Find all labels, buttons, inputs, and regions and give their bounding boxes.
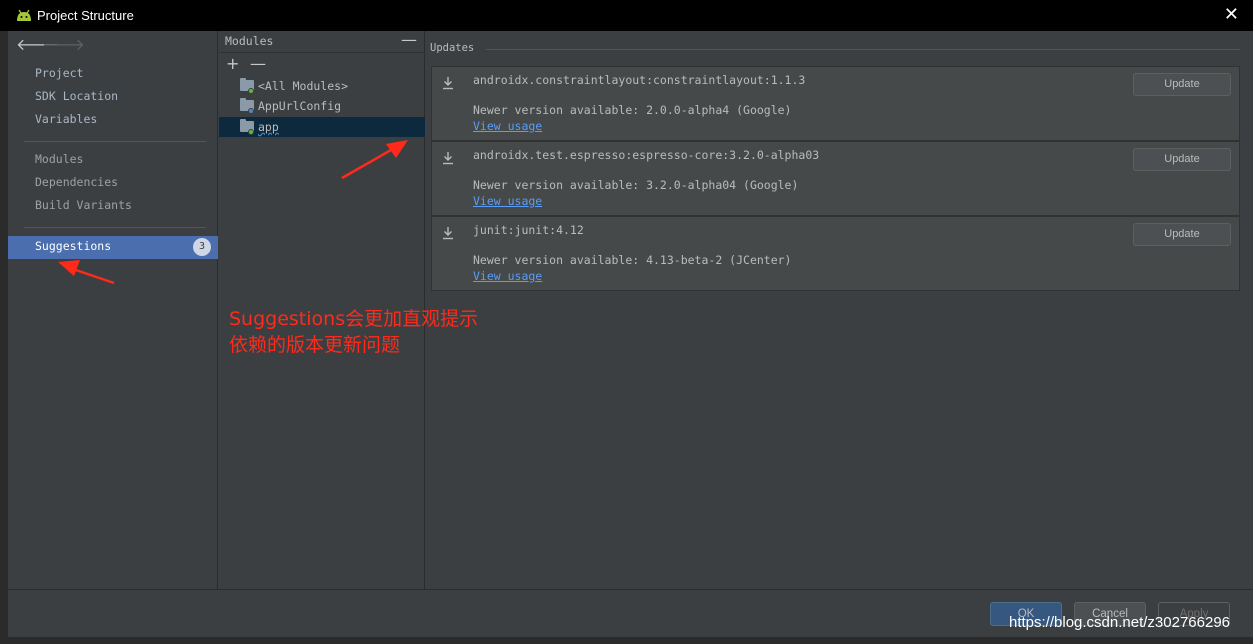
module-label: AppUrlConfig [258, 99, 342, 113]
sidebar-item-project[interactable]: Project [35, 66, 83, 80]
modules-header: Modules [225, 34, 274, 48]
forward-arrow-icon[interactable]: 🡒 [42, 36, 85, 54]
sidebar-item-variables[interactable]: Variables [35, 112, 97, 126]
updates-divider [486, 49, 1240, 50]
update-card: androidx.constraintlayout:constraintlayo… [431, 66, 1240, 141]
update-button[interactable]: Update [1133, 148, 1231, 171]
sidebar-divider [24, 141, 206, 142]
view-usage-link[interactable]: View usage [473, 119, 542, 133]
download-icon [443, 77, 453, 90]
annotation-text: Suggestions会更加直观提示 依赖的版本更新问题 [229, 306, 478, 358]
update-button[interactable]: Update [1133, 223, 1231, 246]
view-usage-link[interactable]: View usage [473, 194, 542, 208]
suggestions-count-badge: 3 [193, 238, 211, 256]
available-version: Newer version available: 4.13-beta-2 (JC… [473, 253, 792, 267]
header-divider [219, 52, 425, 53]
update-card: androidx.test.espresso:espresso-core:3.2… [431, 141, 1240, 216]
sidebar-item-build-variants[interactable]: Build Variants [35, 198, 132, 212]
background-window-edge [0, 31, 8, 644]
module-status-icon [248, 88, 254, 94]
sidebar-divider [24, 227, 206, 228]
android-icon [17, 9, 31, 21]
project-structure-dialog: 🡐 🡒 Project SDK Location Variables Modul… [8, 30, 1253, 637]
sidebar-item-label: Suggestions [35, 239, 112, 253]
add-module-icon[interactable]: + [226, 55, 239, 73]
module-label: app [258, 120, 279, 134]
download-icon [443, 227, 453, 240]
update-card: junit:junit:4.12 Newer version available… [431, 216, 1240, 291]
sidebar-item-dependencies[interactable]: Dependencies [35, 175, 118, 189]
available-version: Newer version available: 3.2.0-alpha04 (… [473, 178, 799, 192]
view-usage-link[interactable]: View usage [473, 269, 542, 283]
window-title: Project Structure [37, 8, 134, 23]
module-item-appurlconfig[interactable]: AppUrlConfig [219, 96, 425, 116]
collapse-icon[interactable]: — [401, 30, 417, 49]
module-item-all-modules[interactable]: <All Modules> [219, 76, 425, 96]
updates-title: Updates [430, 42, 475, 54]
close-icon[interactable]: ✕ [1224, 5, 1239, 25]
package-name: androidx.constraintlayout:constraintlayo… [473, 73, 806, 87]
updates-panel: Updates androidx.constraintlayout:constr… [426, 31, 1253, 589]
sidebar-item-sdk-location[interactable]: SDK Location [35, 89, 118, 103]
update-button[interactable]: Update [1133, 73, 1231, 96]
remove-module-icon[interactable]: — [250, 55, 266, 73]
module-status-icon [248, 108, 254, 114]
title-bar: Project Structure ✕ [0, 0, 1253, 31]
module-label: <All Modules> [258, 79, 349, 93]
sidebar-item-suggestions[interactable]: Suggestions 3 [8, 236, 218, 259]
sidebar-item-modules[interactable]: Modules [35, 152, 83, 166]
available-version: Newer version available: 2.0.0-alpha4 (G… [473, 103, 792, 117]
annotation-line: 依赖的版本更新问题 [229, 334, 401, 356]
module-status-icon [248, 129, 254, 135]
annotation-line: Suggestions会更加直观提示 [229, 308, 479, 330]
watermark: https://blog.csdn.net/z302766296 [1009, 614, 1231, 631]
package-name: androidx.test.espresso:espresso-core:3.2… [473, 148, 820, 162]
download-icon [443, 152, 453, 165]
package-name: junit:junit:4.12 [473, 223, 584, 237]
sidebar: 🡐 🡒 Project SDK Location Variables Modul… [8, 31, 218, 589]
module-item-app[interactable]: app [219, 117, 425, 137]
